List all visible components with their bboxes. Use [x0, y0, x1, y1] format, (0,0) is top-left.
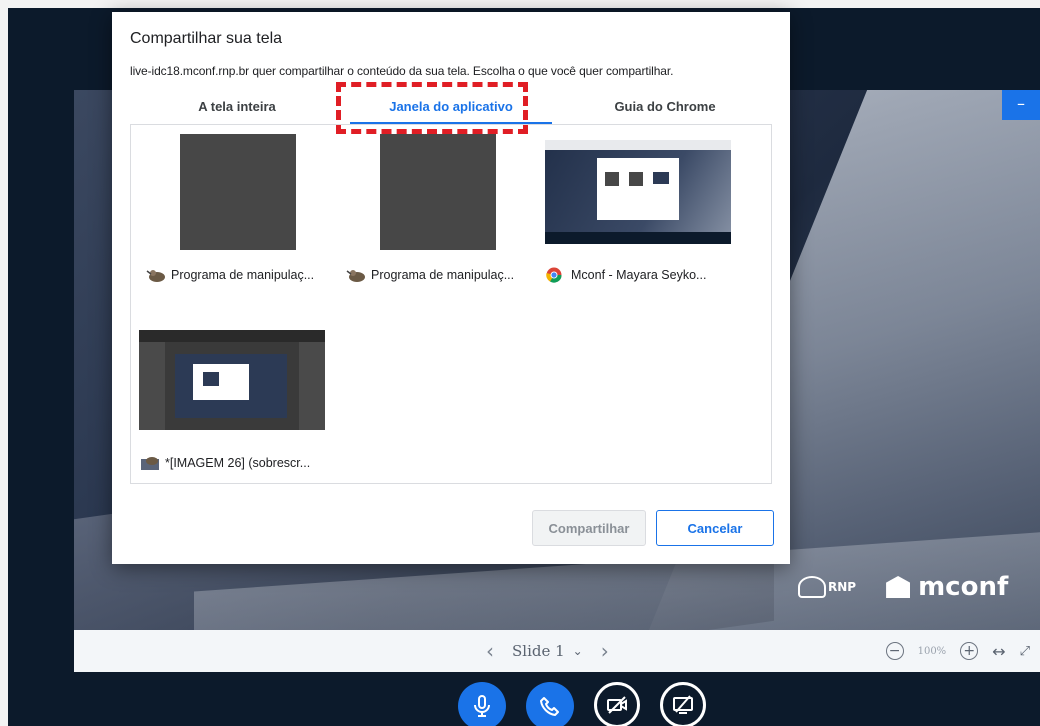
dialog-subtitle: live-idc18.mconf.rnp.br quer compartilha…: [130, 64, 674, 78]
camera-off-icon: [607, 696, 627, 714]
share-source-tabs: A tela inteira Janela do aplicativo Guia…: [130, 92, 772, 124]
share-button[interactable]: Compartilhar: [532, 510, 646, 546]
phone-button[interactable]: [526, 682, 574, 726]
next-slide-button[interactable]: ›: [601, 639, 609, 663]
tab-entire-screen[interactable]: A tela inteira: [130, 92, 344, 124]
mconf-logo-text: mconf: [918, 572, 1009, 602]
window-thumbnail: [139, 330, 325, 430]
microphone-icon: [474, 695, 490, 717]
slide-label: Slide 1: [512, 642, 565, 660]
window-thumbnail: [380, 134, 496, 250]
screen-share-button[interactable]: [660, 682, 706, 726]
rnp-logo: RNP: [798, 576, 856, 598]
slide-selector[interactable]: Slide 1 ⌄: [512, 642, 583, 660]
window-list: Programa de manipulaç... Programa de man…: [130, 124, 772, 484]
minimize-presentation-button[interactable]: –: [1002, 90, 1040, 120]
screen-share-off-icon: [673, 695, 693, 714]
window-title: Programa de manipulaç...: [371, 268, 515, 282]
phone-icon: [540, 697, 559, 716]
window-option[interactable]: Mconf - Mayara Seyko...: [545, 133, 731, 283]
mconf-logo: mconf: [886, 572, 1008, 602]
chrome-icon: [546, 267, 562, 283]
window-option[interactable]: Programa de manipulaç...: [145, 133, 331, 283]
slide-logos: RNP mconf: [798, 572, 1008, 602]
previous-slide-button[interactable]: ‹: [486, 639, 494, 663]
window-title: Programa de manipulaç...: [171, 268, 315, 282]
gimp-icon: [346, 270, 365, 282]
dialog-title: Compartilhar sua tela: [130, 30, 283, 47]
window-thumbnail: [545, 140, 731, 244]
window-option[interactable]: Programa de manipulaç...: [345, 133, 531, 283]
window-thumbnail: [180, 134, 296, 250]
slide-navigation-bar: ‹ Slide 1 ⌄ › − 100% + ↔ ⤢: [74, 630, 1040, 672]
mconf-logo-mark: [886, 576, 911, 598]
zoom-in-icon[interactable]: +: [960, 642, 979, 660]
gimp-icon: [141, 457, 159, 470]
tab-application-window[interactable]: Janela do aplicativo: [344, 92, 558, 124]
tab-chrome-tab[interactable]: Guia do Chrome: [558, 92, 772, 124]
camera-button[interactable]: [594, 682, 640, 726]
cancel-button[interactable]: Cancelar: [656, 510, 774, 546]
window-title: Mconf - Mayara Seyko...: [571, 268, 707, 282]
zoom-level: 100%: [917, 645, 947, 657]
fullscreen-icon[interactable]: ⤢: [1020, 644, 1030, 659]
window-option[interactable]: *[IMAGEM 26] (sobrescr...: [139, 321, 325, 471]
fit-width-icon[interactable]: ↔: [992, 642, 1005, 661]
chevron-down-icon: ⌄: [572, 644, 583, 658]
dialog-buttons: Compartilhar Cancelar: [532, 510, 774, 546]
rnp-logo-mark: [798, 576, 826, 598]
action-bar: [458, 682, 706, 726]
microphone-button[interactable]: [458, 682, 506, 726]
share-screen-dialog: Compartilhar sua tela live-idc18.mconf.r…: [112, 12, 790, 564]
gimp-icon: [146, 270, 165, 282]
window-title: *[IMAGEM 26] (sobrescr...: [165, 456, 311, 470]
zoom-out-icon[interactable]: −: [885, 642, 904, 660]
rnp-logo-text: RNP: [828, 580, 857, 594]
